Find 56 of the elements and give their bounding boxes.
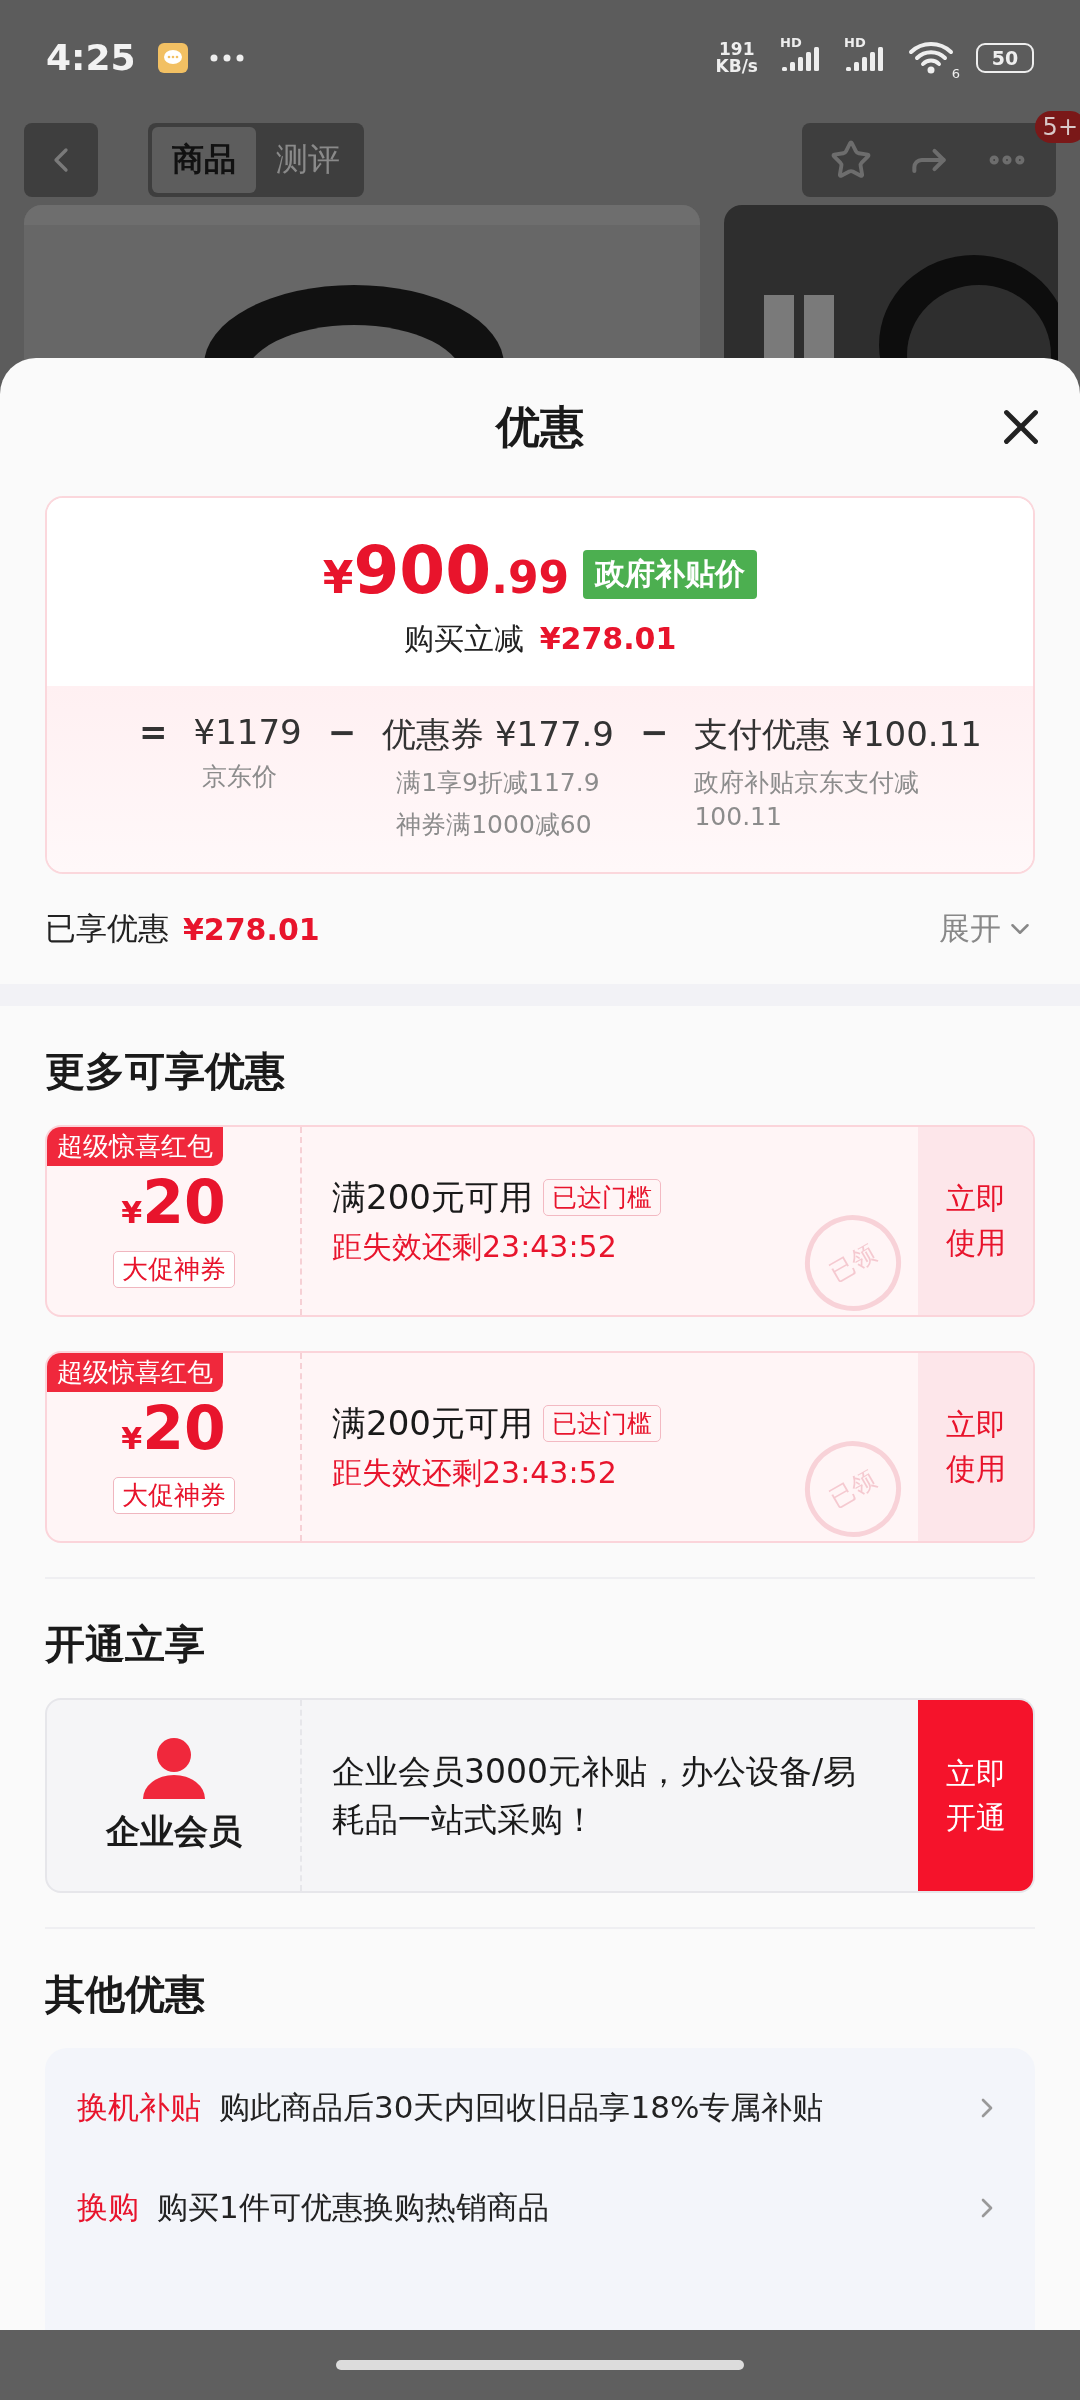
enjoyed-amount: ¥278.01	[183, 911, 320, 947]
offer-tag: 换购	[77, 2187, 139, 2229]
wifi-icon	[908, 40, 954, 75]
coupon-type: 大促神券	[112, 1251, 235, 1288]
breakdown-note: 政府补贴京东支付减100.11	[694, 767, 921, 833]
coupon-countdown: 距失效还剩23:43:52	[332, 1227, 617, 1266]
section-heading: 更多可享优惠	[44, 1047, 286, 1096]
coupon-status: 已达门槛	[542, 1179, 661, 1216]
hd-label: HD	[780, 34, 802, 50]
coupon-condition: 满200元可用	[332, 1175, 533, 1219]
operator: −	[327, 712, 357, 752]
operator: −	[639, 712, 669, 752]
person-icon	[140, 1736, 207, 1799]
breakdown-amount: 优惠券 ¥177.9	[382, 713, 614, 756]
saving-amount: ¥278.01	[539, 621, 677, 656]
status-time: 4:25	[46, 37, 136, 78]
coupon-amount: ¥20	[121, 1396, 226, 1465]
expand-button[interactable]: 展开	[939, 908, 1035, 950]
breakdown-amount: ¥1179	[193, 712, 302, 752]
tab[interactable]: 商品	[152, 127, 256, 193]
breakdown-note: 满1享9折减117.9	[395, 767, 601, 799]
hd-label: HD	[844, 34, 866, 50]
more-icon	[209, 53, 244, 62]
back-button[interactable]	[24, 123, 98, 197]
use-button[interactable]: 立即使用	[918, 1127, 1033, 1315]
activate-button[interactable]: 立即开通	[918, 1700, 1033, 1891]
member-name: 企业会员	[105, 1809, 242, 1853]
member-description: 企业会员3000元补贴，办公设备/易耗品一站式采购！	[332, 1750, 858, 1841]
offer-text: 购此商品后30天内回收旧品享18%专属补贴	[219, 2088, 825, 2127]
final-price: ¥900.99	[322, 536, 570, 611]
breakdown-amount: 支付优惠 ¥100.11	[694, 713, 982, 756]
message-icon	[157, 42, 188, 73]
breakdown-note: 神券满1000减60	[395, 809, 593, 841]
enjoyed-label: 已享优惠	[45, 909, 169, 948]
coupon-status: 已达门槛	[542, 1405, 661, 1442]
section-heading: 其他优惠	[44, 1970, 206, 2019]
offer-tag: 换机补贴	[77, 2087, 201, 2129]
coupon-condition: 满200元可用	[332, 1401, 533, 1445]
coupon-tag: 超级惊喜红包	[47, 1127, 223, 1166]
offer-text: 购买1件可优惠换购热销商品	[157, 2188, 550, 2227]
breakdown-note: 京东价	[200, 761, 278, 793]
coupon-countdown: 距失效还剩23:43:52	[332, 1453, 617, 1492]
sheet-title: 优惠	[496, 399, 584, 454]
saving-label: 购买立减	[403, 620, 524, 658]
coupon-type: 大促神券	[112, 1477, 235, 1514]
network-speed: 191 KB/s	[715, 40, 758, 75]
price-badge: 政府补贴价	[583, 550, 758, 599]
wifi-label: 6	[951, 65, 960, 81]
operator: =	[139, 712, 168, 752]
notification-badge: 5+	[1034, 111, 1080, 143]
battery-level: 50	[976, 42, 1034, 73]
coupon-tag: 超级惊喜红包	[47, 1353, 223, 1392]
tab[interactable]: 测评	[256, 127, 360, 193]
section-heading: 开通立享	[44, 1620, 206, 1669]
use-button[interactable]: 立即使用	[918, 1353, 1033, 1541]
coupon-amount: ¥20	[121, 1170, 226, 1239]
